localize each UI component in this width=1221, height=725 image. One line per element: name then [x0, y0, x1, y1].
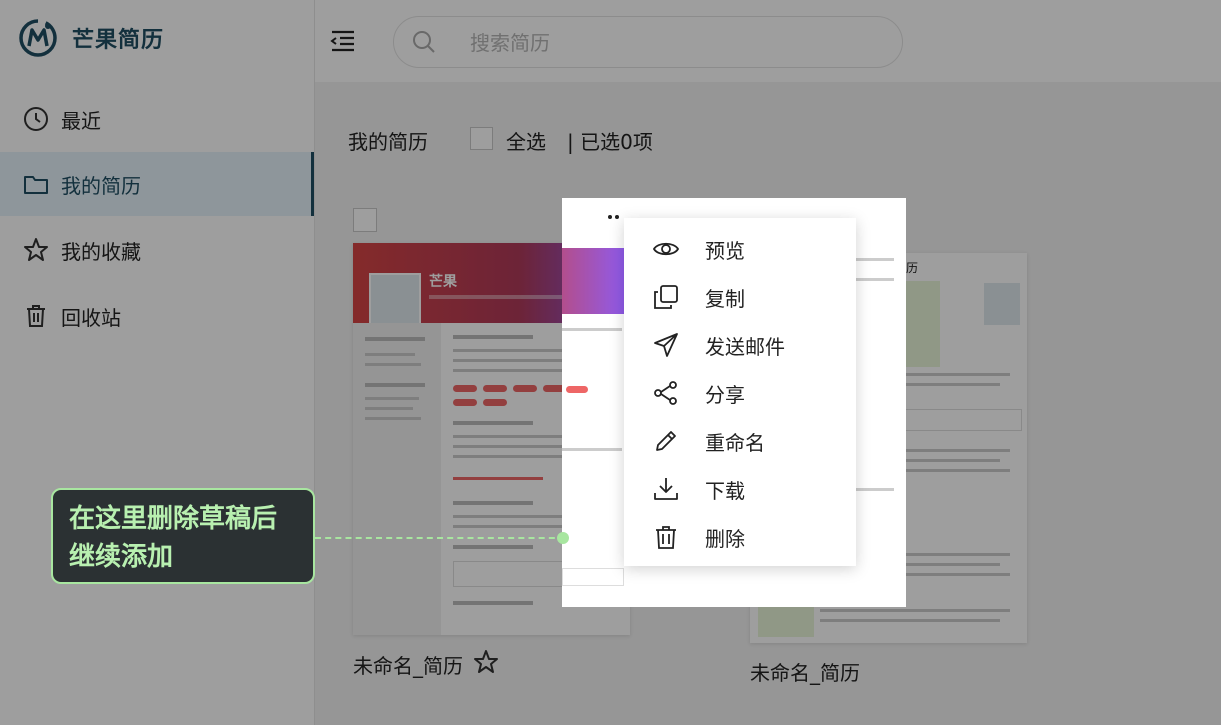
card-tag: [566, 386, 588, 393]
card-text-line: [820, 619, 1000, 622]
card-title[interactable]: 未命名_简历: [353, 650, 463, 679]
mango-logo-icon: [19, 19, 57, 57]
card-text-line: [820, 609, 1010, 612]
download-icon: [654, 478, 678, 500]
star-icon: [24, 238, 48, 261]
sidebar-item-trash[interactable]: 回收站: [0, 284, 314, 348]
card-text-line: [562, 328, 622, 331]
card-resume-name: 芒果: [429, 274, 457, 290]
card-tag: [483, 385, 507, 392]
clock-icon: [24, 107, 48, 131]
menu-item-label: 删除: [705, 527, 745, 551]
menu-item-label: 发送邮件: [705, 335, 785, 359]
star-icon[interactable]: [473, 649, 499, 675]
callout-line: 继续添加: [69, 542, 174, 572]
card-text-line: [365, 407, 413, 410]
folder-icon: [24, 176, 48, 194]
logo[interactable]: 芒果简历: [18, 18, 164, 58]
menu-item-download[interactable]: 下载: [624, 465, 856, 513]
card-tag: [483, 399, 507, 406]
copy-icon: [654, 285, 678, 309]
select-all-label[interactable]: 全选: [506, 126, 546, 155]
menu-item-delete[interactable]: 删除: [624, 513, 856, 561]
select-all-checkbox[interactable]: [470, 127, 493, 150]
menu-item-copy[interactable]: 复制: [624, 273, 856, 321]
card-progress-line: [453, 477, 543, 480]
card-text-line: [365, 337, 425, 341]
sidebar-item-recent[interactable]: 最近: [0, 87, 314, 151]
menu-item-rename[interactable]: 重命名: [624, 417, 856, 465]
card-text-line: [365, 397, 419, 400]
card-tag: [453, 385, 477, 392]
context-menu: 预览 复制 发送邮件 分享 重命名 下载 删除: [624, 218, 856, 566]
card-checkbox[interactable]: [353, 208, 377, 232]
menu-item-label: 分享: [705, 383, 745, 407]
card-text-line: [365, 417, 421, 420]
menu-item-share[interactable]: 分享: [624, 369, 856, 417]
card-text-line: [453, 545, 533, 549]
menu-item-label: 复制: [705, 287, 745, 311]
card-title[interactable]: 未命名_简历: [750, 657, 860, 686]
sidebar-item-label: 回收站: [61, 305, 121, 330]
search-box: [393, 16, 903, 68]
callout-connector-line: [315, 537, 565, 539]
card-text-line: [453, 501, 533, 505]
card-text-line: [453, 601, 533, 605]
card-tag: [513, 385, 537, 392]
menu-item-label: 预览: [705, 239, 745, 263]
card-text-line: [365, 353, 415, 356]
card-text-line: [453, 335, 533, 339]
card-text-line: [562, 448, 622, 451]
send-icon: [654, 333, 678, 357]
trash-icon: [656, 526, 676, 549]
page-title: 我的简历: [348, 130, 428, 154]
card-text-line: [365, 363, 421, 366]
search-icon[interactable]: [412, 30, 436, 54]
eye-icon: [653, 242, 679, 256]
sidebar: 芒果简历 最近 我的简历 我的收藏 回收站: [0, 0, 315, 725]
card-text-line: [365, 383, 425, 387]
menu-item-send-email[interactable]: 发送邮件: [624, 321, 856, 369]
sidebar-item-label: 我的收藏: [61, 239, 141, 264]
tutorial-callout: 在这里删除草稿后 继续添加: [51, 488, 315, 584]
more-dot: [615, 215, 619, 219]
more-dot: [608, 215, 612, 219]
menu-item-label: 下载: [705, 479, 745, 503]
card-label-column: [900, 281, 940, 367]
menu-collapse-icon[interactable]: [330, 28, 356, 54]
trash-icon: [27, 305, 45, 327]
selected-count: | 已选0项: [567, 130, 653, 154]
card-tag: [453, 399, 477, 406]
sidebar-item-label: 我的简历: [61, 173, 141, 198]
search-input[interactable]: [468, 27, 872, 59]
card-left-column: [353, 323, 441, 635]
app-name: 芒果简历: [72, 28, 165, 53]
card-table: [562, 568, 624, 586]
card-text-line: [453, 421, 533, 425]
share-icon: [654, 381, 677, 405]
menu-item-label: 重命名: [705, 431, 765, 455]
menu-item-preview[interactable]: 预览: [624, 225, 856, 273]
pencil-icon: [656, 431, 676, 451]
sidebar-item-favorites[interactable]: 我的收藏: [0, 218, 314, 282]
callout-line: 在这里删除草稿后: [69, 504, 278, 534]
callout-text: 在这里删除草稿后 继续添加: [69, 500, 309, 576]
card-header-banner: [562, 248, 632, 314]
sidebar-item-label: 最近: [61, 108, 101, 133]
sidebar-item-my-resumes[interactable]: 我的简历: [0, 152, 314, 216]
callout-anchor-dot: [557, 532, 569, 544]
avatar: [984, 283, 1020, 325]
